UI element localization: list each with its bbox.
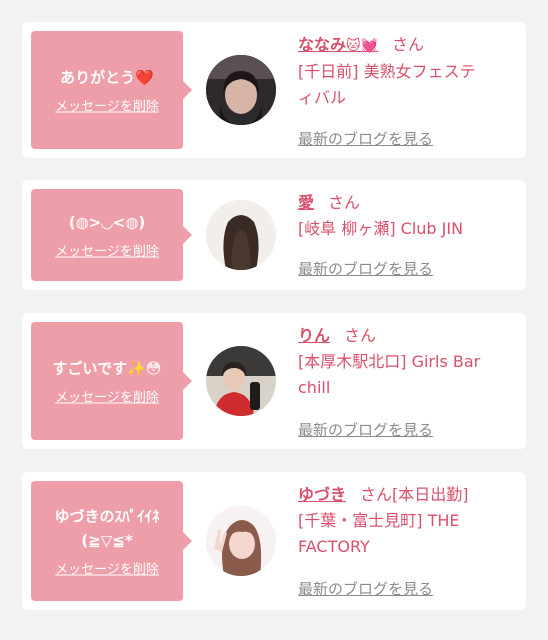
avatar[interactable] — [206, 506, 276, 576]
avatar-photo — [206, 200, 276, 270]
girl-info: 愛さん [岐阜 柳ヶ瀬] Club JIN — [298, 190, 520, 242]
shop-info: [千日前] 美熟女フェステ ィバル — [298, 62, 476, 107]
latest-blog-link[interactable]: 最新のブログを見る — [298, 258, 433, 279]
delete-message-link[interactable]: メッセージを削除 — [55, 559, 159, 578]
girl-info: ゆづき さん[本日出勤] [千葉・富士見町] THE FACTORY — [298, 482, 520, 560]
girl-name-link[interactable]: 愛 — [298, 193, 314, 212]
girl-name-link[interactable]: ゆづき — [298, 485, 346, 504]
message-card: ありがとう❤️ メッセージを削除 ななみ🐱💓 さん [千日前] 美熟女フェステ ィ… — [22, 22, 526, 158]
name-line: ななみ🐱💓 さん — [298, 32, 520, 59]
girl-name-link[interactable]: りん — [298, 326, 330, 345]
delete-message-link[interactable]: メッセージを削除 — [55, 387, 159, 406]
message-list: ありがとう❤️ メッセージを削除 ななみ🐱💓 さん [千日前] 美熟女フェステ ィ… — [0, 0, 548, 640]
delete-message-link[interactable]: メッセージを削除 — [55, 96, 159, 115]
message-card: (◍>◡<◍) メッセージを削除 愛さん [岐阜 柳ヶ瀬] Club JIN 最… — [22, 180, 526, 290]
name-line: 愛さん — [298, 190, 520, 216]
message-bubble: ゆづきのｽﾊﾟｲｲﾈ (≧▽≦* メッセージを削除 — [31, 481, 192, 601]
honorific: さん — [344, 326, 377, 345]
message-text: ありがとう❤️ — [60, 68, 154, 87]
message-text: すごいです✨😳 — [52, 359, 162, 378]
girl-info: ななみ🐱💓 さん [千日前] 美熟女フェステ ィバル — [298, 32, 520, 111]
name-line: りん さん — [298, 323, 520, 349]
avatar[interactable] — [206, 55, 276, 125]
message-text: ゆづきのｽﾊﾟｲｲﾈ (≧▽≦* — [54, 507, 160, 550]
honorific: さん — [360, 485, 393, 504]
avatar-photo — [206, 506, 276, 576]
avatar[interactable] — [206, 346, 276, 416]
message-text: (◍>◡<◍) — [68, 213, 146, 232]
message-bubble: (◍>◡<◍) メッセージを削除 — [31, 189, 192, 281]
message-card: ゆづきのｽﾊﾟｲｲﾈ (≧▽≦* メッセージを削除 ゆづき さん[本日出勤] [千… — [22, 472, 526, 610]
latest-blog-link[interactable]: 最新のブログを見る — [298, 578, 433, 599]
latest-blog-link[interactable]: 最新のブログを見る — [298, 128, 433, 149]
shop-info: [岐阜 柳ヶ瀬] Club JIN — [298, 219, 464, 238]
honorific: さん — [328, 193, 361, 212]
message-card: すごいです✨😳 メッセージを削除 りん さん [本厚木駅北口] Girls Bar… — [22, 313, 526, 449]
avatar-photo — [206, 55, 276, 125]
message-bubble: ありがとう❤️ メッセージを削除 — [31, 31, 192, 149]
delete-message-link[interactable]: メッセージを削除 — [55, 241, 159, 260]
shop-info: [千葉・富士見町] THE FACTORY — [298, 511, 460, 556]
girl-name-link[interactable]: ななみ🐱💓 — [298, 35, 378, 54]
name-line: ゆづき さん[本日出勤] — [298, 482, 520, 508]
avatar-photo — [206, 346, 276, 416]
shop-info: [本厚木駅北口] Girls Bar chill — [298, 352, 481, 397]
latest-blog-link[interactable]: 最新のブログを見る — [298, 419, 433, 440]
message-bubble: すごいです✨😳 メッセージを削除 — [31, 322, 192, 440]
honorific: さん — [392, 35, 425, 54]
girl-info: りん さん [本厚木駅北口] Girls Bar chill — [298, 323, 520, 401]
avatar[interactable] — [206, 200, 276, 270]
work-status: [本日出勤] — [392, 485, 469, 504]
